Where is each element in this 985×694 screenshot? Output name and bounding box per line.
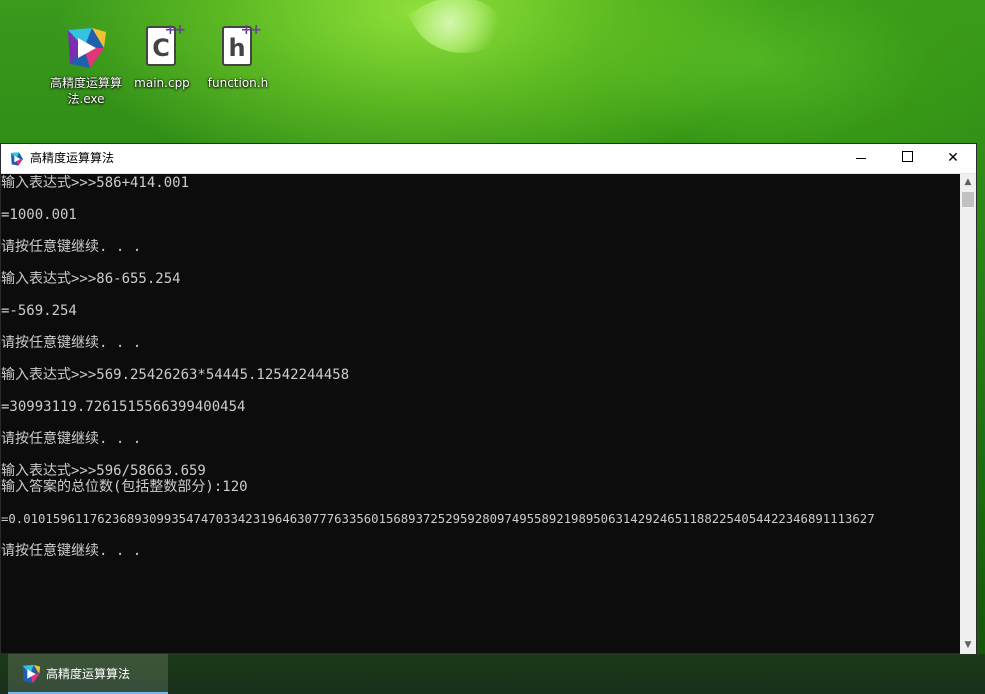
desktop-icon-exe-label: 高精度运算算法.exe: [49, 76, 122, 106]
maximize-icon: [901, 151, 913, 162]
window-title: 高精度运算算法: [30, 151, 115, 165]
file-glyph: C: [152, 34, 170, 62]
scroll-down-button[interactable]: ▼: [960, 637, 976, 654]
scroll-thumb[interactable]: [962, 192, 974, 207]
console-line: =30993119.7261515566399400454: [1, 399, 246, 415]
app-title-icon: [9, 151, 25, 167]
plus-plus-badge: ++: [240, 22, 263, 38]
console-line: 请按任意键继续. . .: [1, 431, 142, 447]
desktop-icon-function-h-label: function.h: [207, 76, 269, 90]
taskbar-item-app[interactable]: 高精度运算算法: [8, 654, 168, 694]
desktop-icon-main-cpp-label: main.cpp: [134, 76, 190, 90]
app-exe-icon: [62, 24, 110, 72]
console-line: 请按任意键继续. . .: [1, 543, 142, 559]
vertical-scrollbar[interactable]: ▲ ▼: [960, 174, 976, 654]
cpp-file-icon: C ++: [138, 22, 186, 72]
minimize-icon: [856, 157, 866, 159]
console-line: 输入表达式>>>586+414.001: [1, 175, 190, 191]
console-line: 输入答案的总位数(包括整数部分):120: [1, 479, 248, 495]
wallpaper-leaf: [407, 0, 513, 76]
console-line: 请按任意键继续. . .: [1, 239, 142, 255]
console-line: =0.0101596117623689309935474703342319646…: [1, 512, 875, 526]
chevron-up-icon: ▲: [964, 177, 972, 187]
header-file-icon: h ++: [214, 22, 262, 72]
console-line: =1000.001: [1, 207, 77, 223]
chevron-down-icon: ▼: [964, 640, 972, 650]
close-button[interactable]: ✕: [930, 144, 976, 173]
file-glyph: h: [228, 34, 246, 62]
plus-plus-badge: ++: [164, 22, 187, 38]
minimize-button[interactable]: [838, 144, 884, 173]
maximize-button[interactable]: [884, 144, 930, 173]
scroll-up-button[interactable]: ▲: [960, 174, 976, 191]
console-line: 输入表达式>>>569.25426263*54445.12542244458: [1, 367, 350, 383]
taskbar-item-label: 高精度运算算法: [46, 667, 131, 681]
app-taskbar-icon: [20, 663, 42, 685]
document-shape: h ++: [222, 22, 262, 66]
document-shape: C ++: [146, 22, 186, 66]
console-window[interactable]: 高精度运算算法 ✕ 输入表达式>>>586+414.001 =1000.001 …: [0, 143, 977, 654]
desktop-icon-exe[interactable]: 高精度运算算法.exe: [46, 24, 126, 107]
close-icon: ✕: [947, 150, 959, 166]
desktop-icon-main-cpp[interactable]: C ++ main.cpp: [122, 22, 202, 91]
console-output[interactable]: 输入表达式>>>586+414.001 =1000.001 请按任意键继续. .…: [1, 174, 961, 654]
title-bar[interactable]: 高精度运算算法 ✕: [1, 144, 976, 174]
console-line: =-569.254: [1, 303, 77, 319]
taskbar: 高精度运算算法: [0, 654, 985, 694]
console-line: 请按任意键继续. . .: [1, 335, 142, 351]
console-line: 输入表达式>>>86-655.254: [1, 271, 181, 287]
console-line: 输入表达式>>>596/58663.659: [1, 463, 206, 479]
desktop-icon-function-h[interactable]: h ++ function.h: [198, 22, 278, 91]
